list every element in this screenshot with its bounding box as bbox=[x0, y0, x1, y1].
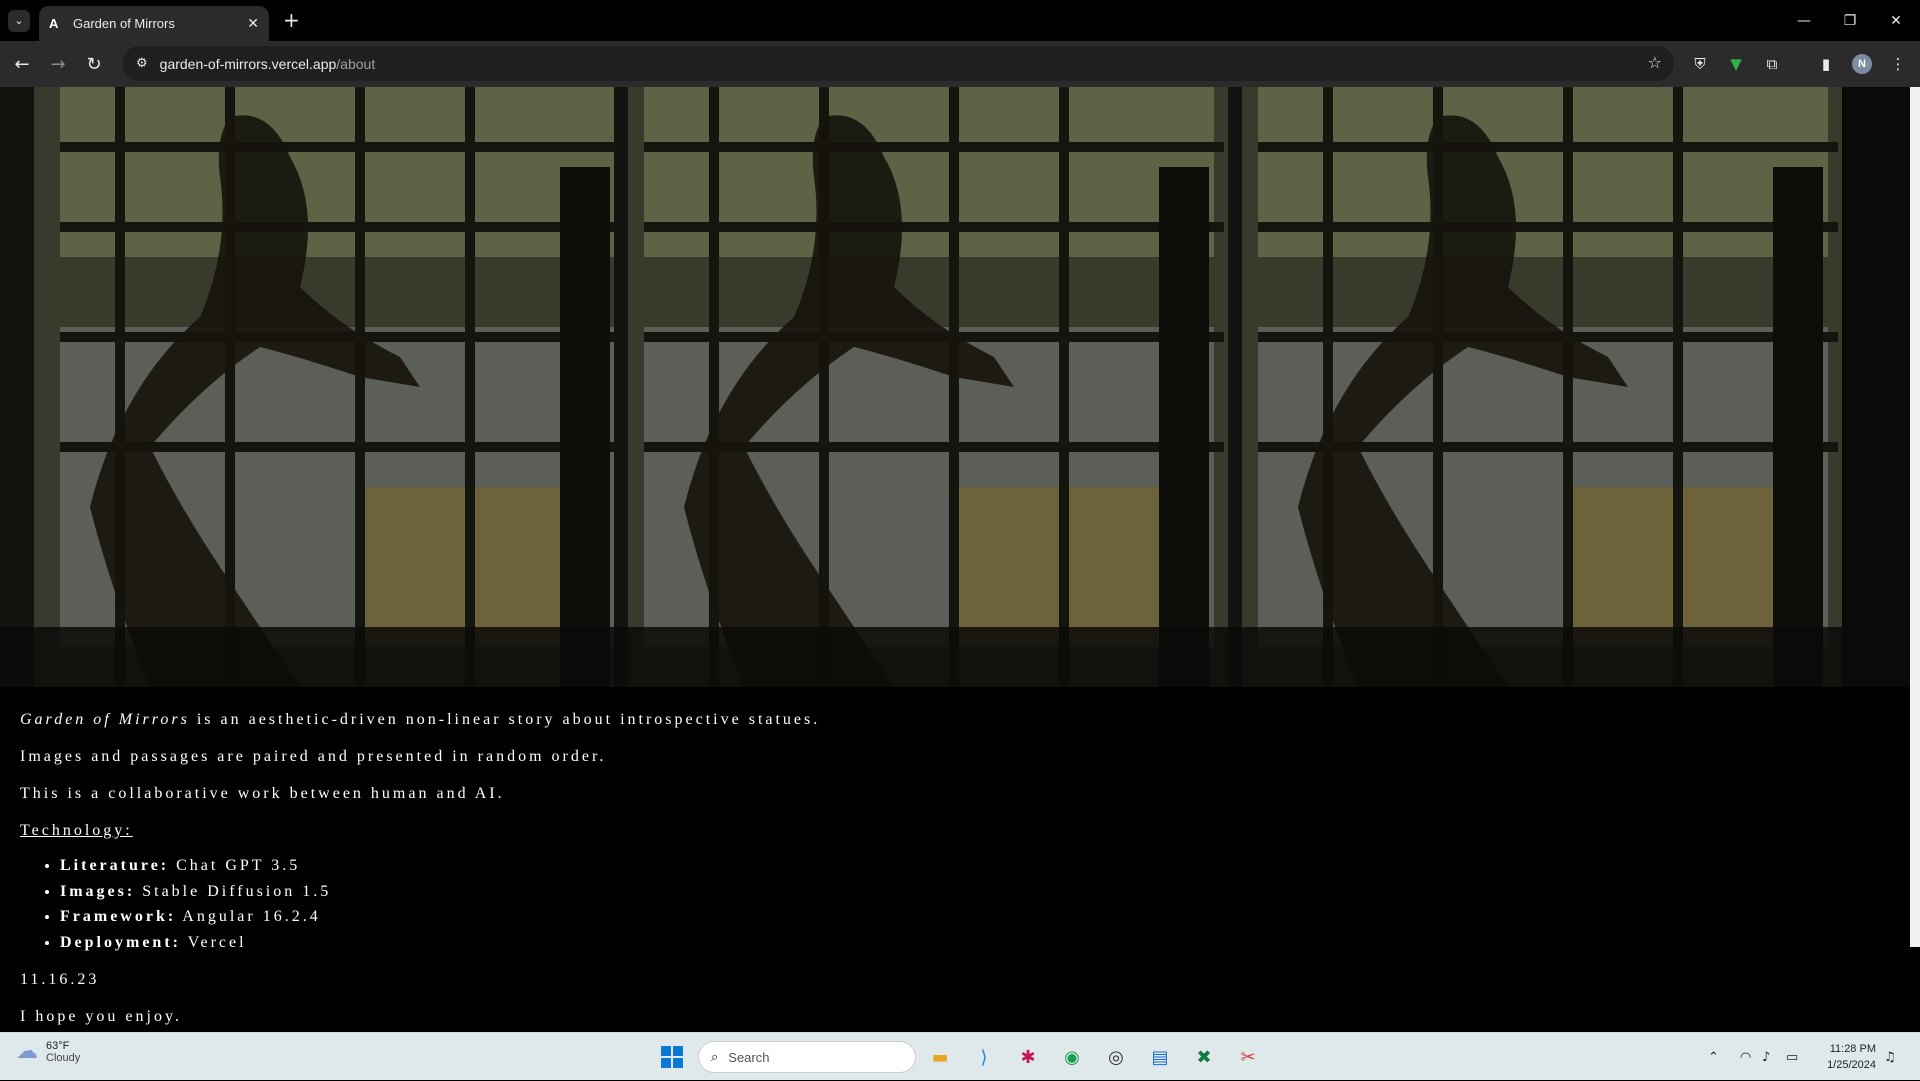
slack-icon[interactable]: ✱ bbox=[1012, 1041, 1044, 1073]
volume-icon[interactable]: ♪ bbox=[1762, 1033, 1770, 1081]
url-path: /about bbox=[336, 55, 376, 72]
weather-widget[interactable]: ☁ 63°F Cloudy bbox=[16, 1039, 80, 1064]
chevron-down-icon: ⌄ bbox=[14, 14, 24, 27]
notepad-icon[interactable]: ▤ bbox=[1144, 1041, 1176, 1073]
url-host: garden-of-mirrors.vercel.app bbox=[159, 55, 337, 72]
reload-icon[interactable]: ↻ bbox=[76, 46, 112, 82]
taskbar: ☁ 63°F Cloudy ⌕ Search ▬ ⟩ ✱ ◉ ◎ ▤ ✖ ✂ ⌃… bbox=[0, 1032, 1920, 1080]
hero-image bbox=[614, 87, 1228, 687]
tech-label: Literature: bbox=[60, 857, 170, 874]
chevron-up-icon[interactable]: ⌃ bbox=[1708, 1033, 1719, 1081]
hero-image-strip bbox=[0, 87, 1910, 687]
restore-icon[interactable]: ❐ bbox=[1827, 0, 1873, 41]
closing-text: I hope you enjoy. bbox=[20, 1008, 182, 1025]
tech-label: Framework: bbox=[60, 908, 177, 925]
clock-date: 1/25/2024 bbox=[1827, 1059, 1876, 1071]
taskbar-search-input[interactable]: ⌕ Search bbox=[698, 1041, 916, 1073]
technology-list: Literature: Chat GPT 3.5 Images: Stable … bbox=[60, 849, 820, 961]
cloud-icon: ☁ bbox=[16, 1039, 38, 1064]
search-placeholder: Search bbox=[728, 1049, 770, 1065]
forward-icon[interactable]: → bbox=[40, 46, 76, 82]
side-panel-icon[interactable]: ▮ bbox=[1808, 41, 1844, 87]
tech-value: Stable Diffusion 1.5 bbox=[135, 882, 332, 900]
clock-time: 11:28 PM bbox=[1829, 1043, 1876, 1055]
browser-tab-strip: ⌄ A Garden of Mirrors ✕ + — ❐ ✕ bbox=[0, 0, 1920, 41]
system-clock[interactable]: 11:28 PM 1/25/2024 bbox=[1827, 1041, 1876, 1073]
close-icon[interactable]: ✕ bbox=[247, 16, 259, 32]
battery-icon[interactable]: ▭ bbox=[1786, 1033, 1798, 1081]
avatar: N bbox=[1852, 54, 1872, 74]
new-tab-icon[interactable]: + bbox=[283, 8, 300, 32]
hero-image bbox=[0, 87, 614, 687]
list-item: Images: Stable Diffusion 1.5 bbox=[60, 879, 820, 905]
tech-value: Vercel bbox=[180, 933, 247, 951]
technology-heading: Technology: bbox=[20, 822, 133, 839]
list-item: Deployment: Vercel bbox=[60, 930, 820, 956]
back-icon[interactable]: ← bbox=[4, 46, 40, 82]
address-bar[interactable]: ⚙ garden-of-mirrors.vercel.app/about ☆ bbox=[122, 46, 1674, 81]
page-viewport: Garden of Mirrors is an aesthetic-driven… bbox=[0, 87, 1920, 1032]
extension-vpn-icon[interactable]: ▼ bbox=[1718, 41, 1754, 87]
random-order-paragraph: Images and passages are paired and prese… bbox=[20, 748, 607, 765]
page-scrollbar[interactable] bbox=[1910, 87, 1920, 947]
tech-value: Chat GPT 3.5 bbox=[169, 857, 301, 874]
windows-start-icon[interactable] bbox=[656, 1041, 688, 1073]
about-content: Garden of Mirrors is an aesthetic-driven… bbox=[20, 701, 820, 1032]
tech-value: Angular 16.2.4 bbox=[176, 908, 321, 925]
weather-temp: 63°F bbox=[46, 1039, 70, 1052]
excel-icon[interactable]: ✖ bbox=[1188, 1041, 1220, 1073]
file-explorer-icon[interactable]: ▬ bbox=[924, 1041, 956, 1073]
weather-condition: Cloudy bbox=[46, 1051, 81, 1064]
bookmark-star-icon[interactable]: ☆ bbox=[1648, 53, 1662, 72]
intro-text: is an aesthetic-driven non-linear story … bbox=[189, 711, 821, 728]
extensions-puzzle-icon[interactable]: ⧉ bbox=[1754, 41, 1790, 87]
story-title: Garden of Mirrors bbox=[20, 711, 190, 728]
browser-toolbar: ← → ↻ ⚙ garden-of-mirrors.vercel.app/abo… bbox=[0, 41, 1920, 87]
list-item: Literature: Chat GPT 3.5 bbox=[60, 853, 820, 879]
hero-image bbox=[1228, 87, 1842, 687]
site-settings-icon[interactable]: ⚙ bbox=[136, 56, 148, 71]
terminal-icon[interactable]: ◎ bbox=[1100, 1041, 1132, 1073]
menu-kebab-icon[interactable]: ⋮ bbox=[1880, 41, 1916, 87]
tech-label: Images: bbox=[60, 882, 136, 900]
vscode-icon[interactable]: ⟩ bbox=[968, 1041, 1000, 1073]
profile-avatar[interactable]: N bbox=[1844, 41, 1880, 87]
wifi-icon[interactable]: ◠ bbox=[1740, 1033, 1751, 1081]
snipping-tool-icon[interactable]: ✂ bbox=[1232, 1041, 1264, 1073]
tech-label: Deployment: bbox=[60, 933, 181, 951]
window-close-icon[interactable]: ✕ bbox=[1873, 0, 1919, 41]
chrome-icon[interactable]: ◉ bbox=[1056, 1041, 1088, 1073]
tab-title: Garden of Mirrors bbox=[73, 16, 175, 31]
search-icon: ⌕ bbox=[711, 1049, 719, 1064]
intro-paragraph: Garden of Mirrors is an aesthetic-driven… bbox=[20, 701, 820, 738]
tab-search-button[interactable]: ⌄ bbox=[8, 9, 30, 32]
collaboration-paragraph: This is a collaborative work between hum… bbox=[20, 785, 505, 802]
minimize-icon[interactable]: — bbox=[1781, 0, 1827, 41]
tab-favicon: A bbox=[49, 16, 59, 31]
date-text: 11.16.23 bbox=[20, 971, 100, 988]
notification-bell-icon[interactable]: ♫ bbox=[1884, 1033, 1896, 1081]
extension-shield-icon[interactable]: ⛨ bbox=[1682, 41, 1718, 87]
list-item: Framework: Angular 16.2.4 bbox=[60, 904, 820, 930]
browser-tab[interactable]: A Garden of Mirrors ✕ bbox=[39, 6, 269, 41]
